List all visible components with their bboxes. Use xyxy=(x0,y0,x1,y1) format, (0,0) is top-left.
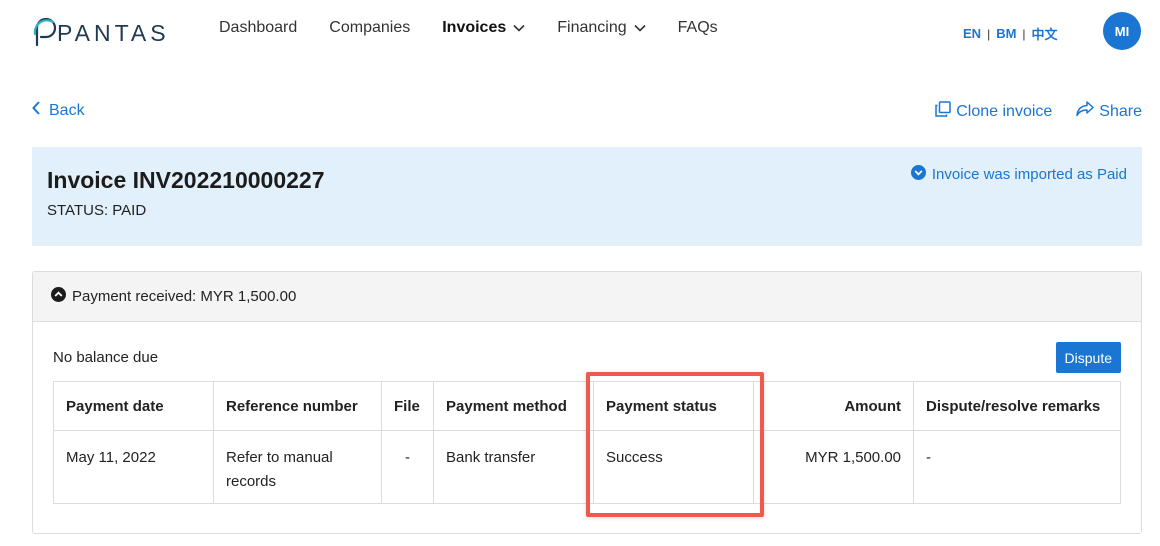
nav-label: Dashboard xyxy=(219,19,298,36)
nav-label: Companies xyxy=(329,19,411,36)
balance-text: No balance due xyxy=(53,349,159,366)
payment-header[interactable]: Payment received: MYR 1,500.00 xyxy=(33,272,1141,322)
nav-label: FAQs xyxy=(677,19,718,36)
cell-payment-status: Success xyxy=(593,430,754,504)
col-dispute-remarks: Dispute/resolve remarks xyxy=(913,381,1121,431)
back-link[interactable]: Back xyxy=(32,101,85,120)
invoice-actions: Clone invoice Share xyxy=(911,101,1142,122)
lang-separator: | xyxy=(987,26,991,41)
chevron-up-circle-icon xyxy=(51,287,66,306)
dispute-button[interactable]: Dispute xyxy=(1055,342,1121,373)
main-nav: Dashboard Companies Invoices Financing F… xyxy=(219,19,750,37)
imported-note[interactable]: Invoice was imported as Paid xyxy=(910,165,1127,184)
nav-invoices[interactable]: Invoices xyxy=(442,19,525,37)
col-payment-method: Payment method xyxy=(433,381,594,431)
share-label: Share xyxy=(1099,102,1142,120)
cell-amount: MYR 1,500.00 xyxy=(753,430,914,504)
back-label: Back xyxy=(49,101,85,119)
pantas-logo[interactable]: PANTAS xyxy=(33,16,170,50)
lang-bm[interactable]: BM xyxy=(996,26,1016,41)
nav-companies[interactable]: Companies xyxy=(329,19,410,37)
col-reference-number: Reference number xyxy=(213,381,382,431)
cell-dispute-remarks: - xyxy=(913,430,1121,504)
clone-label: Clone invoice xyxy=(956,102,1053,120)
cell-payment-date: May 11, 2022 xyxy=(53,430,214,504)
language-switcher: EN | BM | 中文 xyxy=(963,24,1058,43)
invoice-banner: Invoice INV202210000227 STATUS: PAID Inv… xyxy=(32,147,1142,246)
chevron-down-icon xyxy=(634,19,646,37)
lang-en[interactable]: EN xyxy=(963,26,981,41)
copy-icon xyxy=(935,101,951,122)
lang-zh[interactable]: 中文 xyxy=(1032,24,1058,43)
col-payment-date: Payment date xyxy=(53,381,214,431)
nav-label: Invoices xyxy=(442,19,507,36)
chevron-left-icon xyxy=(32,101,40,120)
table-header-row: Payment date Reference number File Payme… xyxy=(53,381,1121,431)
invoice-title: Invoice INV202210000227 xyxy=(47,167,325,193)
logo-icon xyxy=(33,18,57,47)
lang-separator: | xyxy=(1022,26,1026,41)
nav-label: Financing xyxy=(557,19,627,36)
table-row: May 11, 2022 Refer to manual records - B… xyxy=(53,430,1121,504)
top-navigation: PANTAS Dashboard Companies Invoices Fina… xyxy=(0,0,1160,62)
col-file: File xyxy=(381,381,434,431)
col-amount: Amount xyxy=(753,381,914,431)
user-avatar[interactable]: MI xyxy=(1103,12,1141,50)
nav-faqs[interactable]: FAQs xyxy=(678,19,718,37)
col-payment-status: Payment status xyxy=(593,381,754,431)
invoice-status: STATUS: PAID xyxy=(47,202,147,219)
imported-label: Invoice was imported as Paid xyxy=(931,166,1127,183)
cell-payment-method: Bank transfer xyxy=(433,430,594,504)
nav-dashboard[interactable]: Dashboard xyxy=(219,19,297,37)
cell-reference-number: Refer to manual records xyxy=(213,430,382,504)
nav-financing[interactable]: Financing xyxy=(557,19,646,37)
clone-invoice-button[interactable]: Clone invoice xyxy=(935,101,1052,122)
payment-card: Payment received: MYR 1,500.00 No balanc… xyxy=(32,271,1142,534)
chevron-down-icon xyxy=(513,19,525,37)
payment-table: Payment date Reference number File Payme… xyxy=(53,381,1121,504)
payment-header-label: Payment received: MYR 1,500.00 xyxy=(72,288,297,305)
share-button[interactable]: Share xyxy=(1076,101,1142,122)
share-icon xyxy=(1076,101,1095,122)
chevron-down-circle-icon xyxy=(910,165,926,184)
cell-file: - xyxy=(381,430,434,504)
logo-text: PANTAS xyxy=(57,19,170,46)
